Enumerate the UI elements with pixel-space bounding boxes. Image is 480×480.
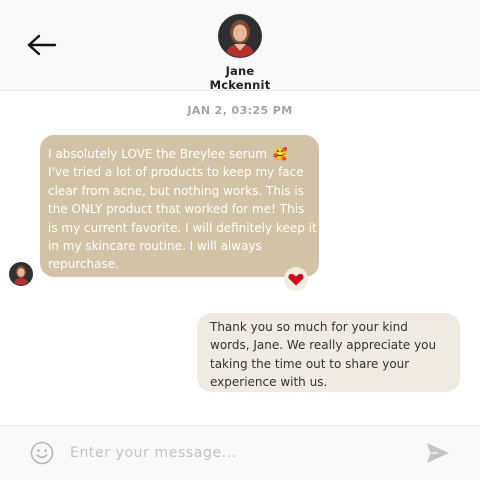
send-button[interactable] xyxy=(426,442,450,464)
send-icon xyxy=(427,443,449,463)
message-input[interactable] xyxy=(70,441,400,465)
incoming-message-bubble[interactable]: I absolutely LOVE the Breylee serum 🥰 I'… xyxy=(40,135,319,277)
message-timestamp: JAN 2, 03:25 PM xyxy=(187,104,293,117)
message-line: I've tried a lot of products to keep my … xyxy=(48,165,304,180)
message-line: repurchase. xyxy=(48,257,119,272)
smiling-face-with-hearts-emoji: 🥰 xyxy=(272,147,288,161)
contact-info[interactable]: Jane Mckennit xyxy=(200,14,280,92)
message-line: words, Jane. We really appreciate you xyxy=(210,338,437,353)
message-line: is my current favorite. I will definitel… xyxy=(48,220,317,235)
back-button[interactable] xyxy=(26,32,58,58)
message-composer xyxy=(0,425,480,480)
contact-name: Jane Mckennit xyxy=(209,64,271,92)
heart-icon xyxy=(288,273,304,286)
chat-header: Jane Mckennit xyxy=(0,0,480,92)
emoji-button[interactable] xyxy=(30,441,54,465)
message-line: taking the time out to share your xyxy=(210,356,410,371)
sender-avatar[interactable] xyxy=(9,262,33,286)
message-line: the ONLY product that worked for me! Thi… xyxy=(48,202,305,217)
heart-reaction[interactable] xyxy=(284,267,308,291)
message-line: in my skincare routine. I will always xyxy=(48,239,262,254)
outgoing-message-bubble[interactable]: Thank you so much for your kind words, J… xyxy=(197,313,460,392)
message-line: Thank you so much for your kind xyxy=(210,320,408,334)
message-line: experience with us. xyxy=(210,375,328,390)
contact-avatar xyxy=(218,14,262,58)
message-line: clear from acne, but nothing works. This… xyxy=(48,183,304,198)
smile-icon xyxy=(30,441,54,465)
chat-screen: Jane Mckennit JAN 2, 03:25 PM I absolute… xyxy=(0,0,480,480)
message-line: I absolutely LOVE the Breylee serum 🥰 xyxy=(48,147,288,161)
arrow-left-icon xyxy=(27,34,57,56)
